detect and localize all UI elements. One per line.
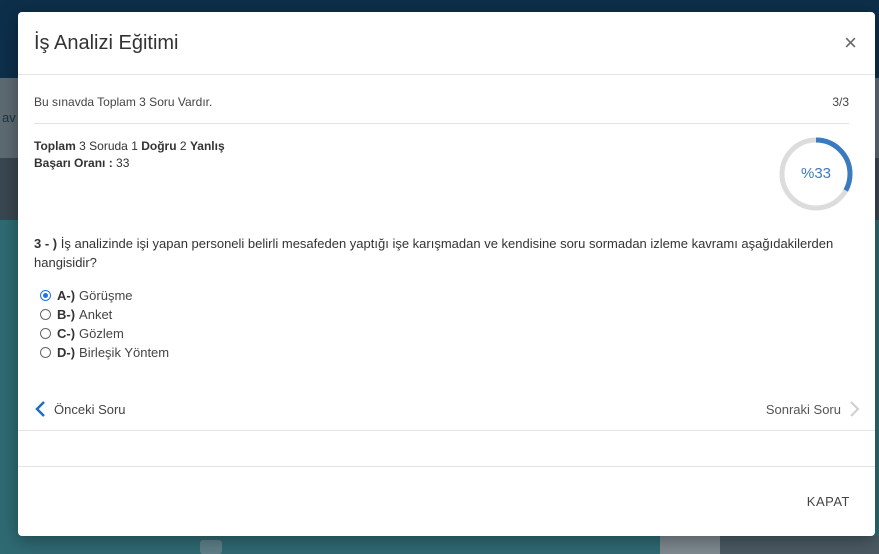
option-label: Birleşik Yöntem: [79, 345, 170, 360]
total-label: Toplam: [34, 139, 76, 153]
radio-button[interactable]: [40, 290, 51, 301]
success-rate-line: Başarı Oranı : 33: [34, 155, 225, 172]
previous-question-label: Önceki Soru: [54, 401, 126, 417]
exam-modal: İş Analizi Eğitimi × Bu sınavda Toplam 3…: [18, 12, 875, 536]
progress-label: %33: [800, 165, 832, 182]
correct-count: 1: [131, 139, 138, 153]
option-label: Gözlem: [79, 326, 124, 341]
next-question-button[interactable]: Sonraki Soru: [766, 400, 861, 418]
divider: [34, 123, 849, 124]
radio-button[interactable]: [40, 309, 51, 320]
modal-title: İş Analizi Eğitimi: [34, 32, 179, 54]
option-letter: A-): [57, 288, 76, 303]
option-c[interactable]: C-) Gözlem: [40, 324, 169, 343]
modal-header: İş Analizi Eğitimi ×: [18, 12, 875, 75]
chevron-right-icon: [850, 401, 860, 417]
success-rate-label: Başarı Oranı :: [34, 156, 113, 170]
question-text: 3 - ) İş analizinde işi yapan personeli …: [34, 234, 835, 272]
question-page-counter: 3/3: [832, 95, 849, 109]
next-question-label: Sonraki Soru: [765, 401, 841, 417]
success-progress-circle: %33: [776, 134, 856, 214]
radio-button[interactable]: [40, 347, 51, 358]
option-a[interactable]: A-) Görüşme: [40, 286, 169, 305]
wrong-label: Yanlış: [189, 139, 225, 153]
correct-label: Doğru: [141, 139, 177, 153]
modal-footer-divider: [18, 466, 875, 467]
option-b[interactable]: B-) Anket: [40, 305, 169, 324]
previous-question-button[interactable]: Önceki Soru: [34, 400, 126, 418]
close-icon[interactable]: ×: [844, 30, 857, 56]
background-text-fragment: av: [2, 110, 16, 125]
wrong-count: 2: [179, 139, 187, 153]
question-body: İş analizinde işi yapan personeli belirl…: [34, 236, 834, 270]
option-letter: B-): [57, 307, 76, 322]
summary-line: Toplam 3 Soruda 1 Doğru 2 Yanlış: [34, 138, 225, 155]
option-label: Görüşme: [79, 288, 133, 303]
result-summary: Toplam 3 Soruda 1 Doğru 2 Yanlış Başarı …: [34, 138, 225, 172]
question-number: 3 - ): [34, 236, 58, 251]
background-block: [720, 536, 879, 554]
divider: [18, 430, 875, 431]
option-label: Anket: [79, 307, 113, 322]
option-letter: C-): [57, 326, 76, 341]
close-button[interactable]: KAPAT: [807, 494, 850, 509]
success-rate-value: 33: [116, 156, 130, 170]
option-d[interactable]: D-) Birleşik Yöntem: [40, 343, 169, 362]
total-count: 3: [79, 139, 86, 153]
answer-options: A-) Görüşme B-) Anket C-) Gözlem D-) Bir…: [40, 286, 169, 362]
radio-button[interactable]: [40, 328, 51, 339]
question-total-text: Bu sınavda Toplam 3 Soru Vardır.: [34, 95, 213, 109]
background-block: [660, 536, 720, 554]
soruda-label: Soruda: [89, 139, 128, 153]
chevron-left-icon: [35, 401, 45, 417]
option-letter: D-): [57, 345, 76, 360]
background-glyph: [200, 540, 222, 554]
